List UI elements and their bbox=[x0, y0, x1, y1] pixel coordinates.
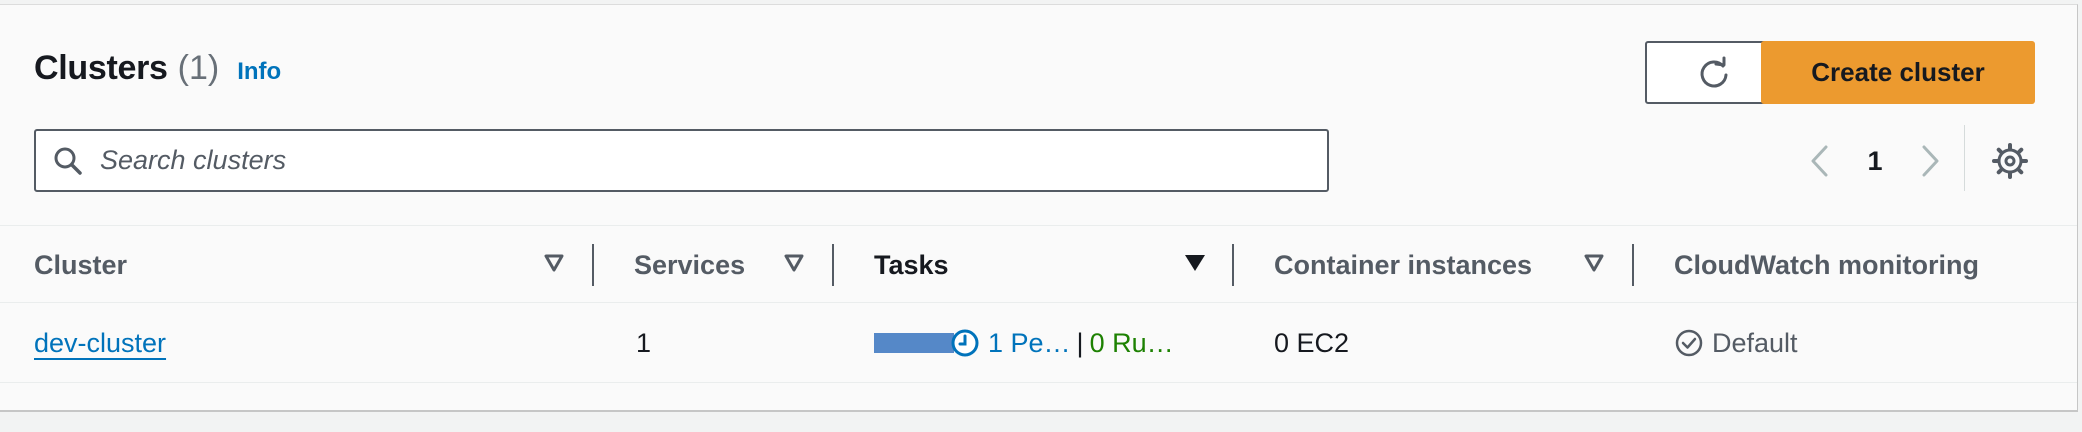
column-header-container-instances[interactable]: Container instances bbox=[1274, 226, 1532, 304]
column-divider[interactable] bbox=[592, 244, 594, 286]
check-circle-icon bbox=[1675, 329, 1703, 357]
column-divider[interactable] bbox=[1232, 244, 1234, 286]
table-row: dev-cluster 1 1 Pe… | 0 Ru… 0 EC2 Defaul… bbox=[0, 303, 2077, 383]
current-page-number[interactable]: 1 bbox=[1840, 146, 1910, 177]
search-input[interactable] bbox=[100, 131, 1300, 190]
gear-icon bbox=[1992, 143, 2028, 179]
chevron-right-icon bbox=[1922, 145, 1939, 177]
page-header: Clusters (1) Info bbox=[34, 49, 281, 88]
pagination: 1 bbox=[1800, 137, 1950, 185]
cell-cluster: dev-cluster bbox=[34, 303, 166, 383]
sort-icon[interactable] bbox=[783, 253, 805, 273]
column-divider[interactable] bbox=[1632, 244, 1634, 286]
page-title: Clusters bbox=[34, 49, 168, 87]
task-progress-bar bbox=[874, 333, 954, 353]
cell-tasks: 1 Pe… | 0 Ru… bbox=[874, 303, 1174, 383]
previous-page-button[interactable] bbox=[1800, 137, 1840, 185]
cell-services: 1 bbox=[636, 327, 652, 358]
search-icon bbox=[36, 131, 100, 190]
tasks-running-link[interactable]: 0 Ru… bbox=[1090, 328, 1174, 359]
refresh-icon bbox=[1700, 56, 1727, 87]
sort-icon[interactable] bbox=[1583, 253, 1605, 273]
column-header-cluster[interactable]: Cluster bbox=[34, 226, 127, 304]
column-header-services[interactable]: Services bbox=[634, 226, 745, 304]
clock-icon bbox=[951, 329, 979, 357]
cell-container-instances: 0 EC2 bbox=[1274, 327, 1350, 358]
preferences-button[interactable] bbox=[1990, 141, 2030, 181]
cluster-count: (1) bbox=[177, 49, 220, 87]
column-divider[interactable] bbox=[832, 244, 834, 286]
cell-cloudwatch: Default bbox=[1674, 303, 1798, 383]
clusters-panel: Clusters (1) Info Create cluster 1 bbox=[0, 4, 2078, 412]
column-header-tasks[interactable]: Tasks bbox=[874, 226, 949, 304]
sort-icon[interactable] bbox=[543, 253, 565, 273]
search-field[interactable] bbox=[34, 129, 1329, 192]
table-header: Cluster Services Tasks Container instanc… bbox=[0, 225, 2077, 303]
cloudwatch-status: Default bbox=[1712, 327, 1798, 358]
next-page-button[interactable] bbox=[1910, 137, 1950, 185]
tasks-pending-link[interactable]: 1 Pe… bbox=[988, 328, 1071, 359]
chevron-left-icon bbox=[1811, 145, 1828, 177]
sort-icon[interactable] bbox=[1183, 253, 1207, 273]
column-header-cloudwatch-monitoring[interactable]: CloudWatch monitoring bbox=[1674, 226, 1979, 304]
cluster-link[interactable]: dev-cluster bbox=[34, 328, 166, 359]
tasks-separator: | bbox=[1076, 327, 1084, 358]
pager-divider bbox=[1964, 125, 1965, 191]
info-link[interactable]: Info bbox=[237, 58, 281, 86]
create-cluster-button[interactable]: Create cluster bbox=[1761, 41, 2035, 104]
